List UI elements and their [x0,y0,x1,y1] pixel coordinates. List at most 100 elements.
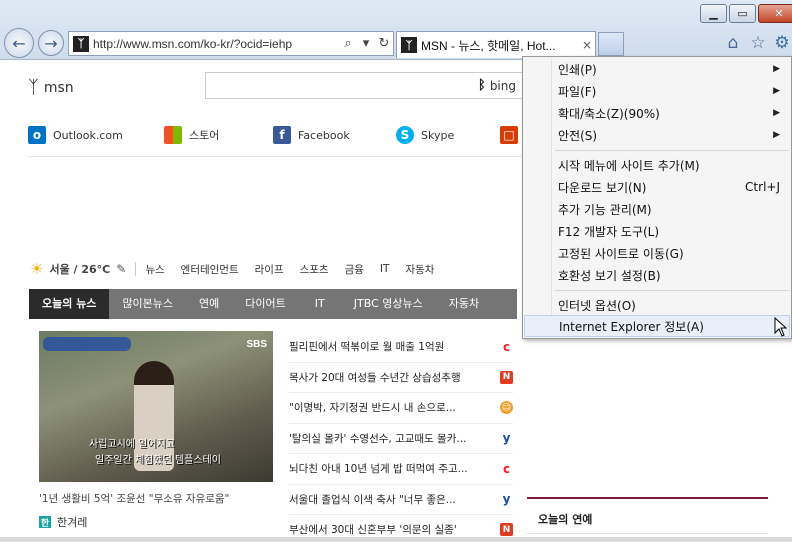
quick-link-outlook[interactable]: o Outlook.com [28,126,123,144]
menu-item-label: 고정된 사이트로 이동(G) [558,246,684,261]
store-icon [164,126,182,144]
separator [135,262,137,276]
submenu-arrow-icon: ▶ [773,86,780,96]
headline-text: 서울대 졸업식 이색 축사 "너무 좋은... [289,493,456,506]
menu-item-label: 인터넷 옵션(O) [558,298,636,313]
list-item[interactable]: 서울대 졸업식 이색 축사 "너무 좋은... y [289,485,513,515]
tab-jtbc[interactable]: JTBC 영상뉴스 [341,289,436,319]
category-link-life[interactable]: 라이프 [255,262,284,277]
quick-link-facebook[interactable]: f Facebook [273,126,350,144]
category-link-sports[interactable]: 스포츠 [300,262,329,277]
back-arrow-icon: ← [12,33,26,53]
minimize-button[interactable]: ▁ [700,4,727,23]
category-link-it[interactable]: IT [380,263,390,275]
tab-most-read[interactable]: 많이본뉴스 [109,289,186,319]
source-name: 한겨레 [57,516,88,529]
weather-location[interactable]: 서울 / 26°C [49,261,110,277]
menu-item-zoom[interactable]: 확대/축소(Z)(90%) ▶ [524,102,790,124]
close-button[interactable]: ✕ [758,4,792,23]
category-link-auto[interactable]: 자동차 [405,262,434,277]
hero-image[interactable]: SBS 사립고시에 일어지고 일주일간 체험했던 템플스테이 [39,331,273,482]
list-item[interactable]: 필리핀에서 떡볶이로 월 매출 1억원 c [289,332,513,363]
maximize-button[interactable]: ▭ [729,4,756,23]
msn-logo[interactable]: ᛉ msn [28,77,74,98]
quick-link-store[interactable]: 스토어 [164,126,219,144]
menu-separator [555,290,789,291]
tab-entertainment[interactable]: 연예 [186,289,232,319]
submenu-arrow-icon: ▶ [773,108,780,118]
home-icon[interactable]: ⌂ [722,32,744,54]
list-item[interactable]: '탈의실 몰카' 수영선수, 고교때도 몰카... y [289,424,513,454]
divider [527,533,768,534]
bing-label: bing [489,78,516,93]
tab-today-news[interactable]: 오늘의 뉴스 [29,289,110,319]
headline-text: 부산에서 30대 신혼부부 '의문의 실종' [289,524,457,537]
program-badge [43,337,131,351]
menu-item-safety[interactable]: 안전(S) ▶ [524,124,790,146]
category-link-news[interactable]: 뉴스 [145,262,164,277]
tab-close-icon[interactable]: × [579,38,595,52]
news-tabs: 오늘의 뉴스 많이본뉴스 연예 다이어트 IT JTBC 영상뉴스 자동차 [29,289,517,319]
menu-item-internet-options[interactable]: 인터넷 옵션(O) [524,294,790,316]
menu-separator [555,150,789,151]
back-button[interactable]: ← [4,28,34,58]
hankyoreh-logo-icon: 한 [39,516,51,529]
tab-auto[interactable]: 자동차 [436,289,492,319]
source-icon: N [500,370,513,384]
new-tab-button[interactable] [598,32,624,56]
source-icon: c [502,461,511,476]
menu-shortcut: Ctrl+J [745,180,780,194]
menu-item-compat-view[interactable]: 호환성 보기 설정(B) [524,264,790,286]
headline-text: 필리핀에서 떡볶이로 월 매출 1억원 [289,341,445,354]
network-logo: SBS [246,339,267,350]
bing-search-button[interactable]: ᛒ bing [478,78,516,93]
quick-link-skype[interactable]: S Skype [396,126,454,144]
office-icon: □ [500,126,518,144]
menu-item-label: 추가 기능 관리(M) [558,202,652,217]
tab-msn[interactable]: ᛉ MSN - 뉴스, 핫메일, Hot... × [396,31,596,58]
refresh-icon[interactable]: ↻ [375,36,393,51]
list-item[interactable]: 목사가 20대 여성들 수년간 상습성추행 N [289,363,513,393]
menu-item-label: 확대/축소(Z)(90%) [558,106,660,121]
menu-item-addons[interactable]: 추가 기능 관리(M) [524,198,790,220]
quick-link-label: Skype [421,128,455,142]
hero-subtitle-1: 사립고시에 일어지고 [89,439,175,450]
headline-list: 필리핀에서 떡볶이로 월 매출 1억원 c 목사가 20대 여성들 수년간 상습… [289,332,513,542]
menu-item-add-to-start[interactable]: 시작 메뉴에 사이트 추가(M) [524,154,790,176]
menu-item-label: 인쇄(P) [558,62,597,77]
headline-text: "이명박, 자기정권 반드시 내 손으로... [289,402,456,415]
address-url[interactable]: http://www.msn.com/ko-kr/?ocid=iehp [93,37,339,51]
menu-item-pinned-sites[interactable]: 고정된 사이트로 이동(G) [524,242,790,264]
list-item[interactable]: "이명박, 자기정권 반드시 내 손으로... ☺ [289,393,513,424]
hero-source[interactable]: 한 한겨레 [39,514,87,530]
menu-item-label: 시작 메뉴에 사이트 추가(M) [558,158,700,173]
menu-item-devtools[interactable]: F12 개발자 도구(L) [524,220,790,242]
menu-item-label: 안전(S) [558,128,598,143]
list-item[interactable]: 뇌다친 아내 10년 넘게 밥 떠먹여 주고... c [289,454,513,485]
hero-headline[interactable]: '1년 생활비 5억' 조윤선 "무소유 자유로움" [39,491,229,506]
tab-diet[interactable]: 다이어트 [232,289,298,319]
gear-icon[interactable]: ⚙ [771,32,792,54]
horizontal-scrollbar[interactable] [0,537,792,542]
category-link-entertainment[interactable]: 엔터테인먼트 [181,262,239,277]
headline-text: 목사가 20대 여성들 수년간 상습성추행 [289,371,461,384]
menu-item-file[interactable]: 파일(F) ▶ [524,80,790,102]
outlook-icon: o [28,126,46,144]
address-bar[interactable]: ᛉ http://www.msn.com/ko-kr/?ocid=iehp ⌕ … [68,31,394,56]
section-title: 오늘의 연예 [538,513,593,526]
favorites-star-icon[interactable]: ☆ [747,32,769,54]
title-bar: ▁ ▭ ✕ ← → ᛉ http://www.msn.com/ko-kr/?oc… [0,0,792,60]
source-icon: ☺ [500,401,513,415]
menu-item-downloads[interactable]: 다운로드 보기(N) Ctrl+J [524,176,790,198]
search-icon[interactable]: ⌕ [339,36,357,51]
edit-pencil-icon[interactable]: ✎ [116,262,126,276]
quick-link-office[interactable]: □ [500,126,518,144]
category-link-finance[interactable]: 금융 [345,262,364,277]
tab-it[interactable]: IT [299,289,341,319]
menu-item-print[interactable]: 인쇄(P) ▶ [524,58,790,80]
search-input[interactable]: ᛒ bing [205,72,525,99]
menu-item-about-ie[interactable]: Internet Explorer 정보(A) [524,315,790,337]
menu-item-label: 파일(F) [558,84,597,99]
dropdown-icon[interactable]: ▾ [357,36,375,51]
forward-button[interactable]: → [38,30,64,56]
